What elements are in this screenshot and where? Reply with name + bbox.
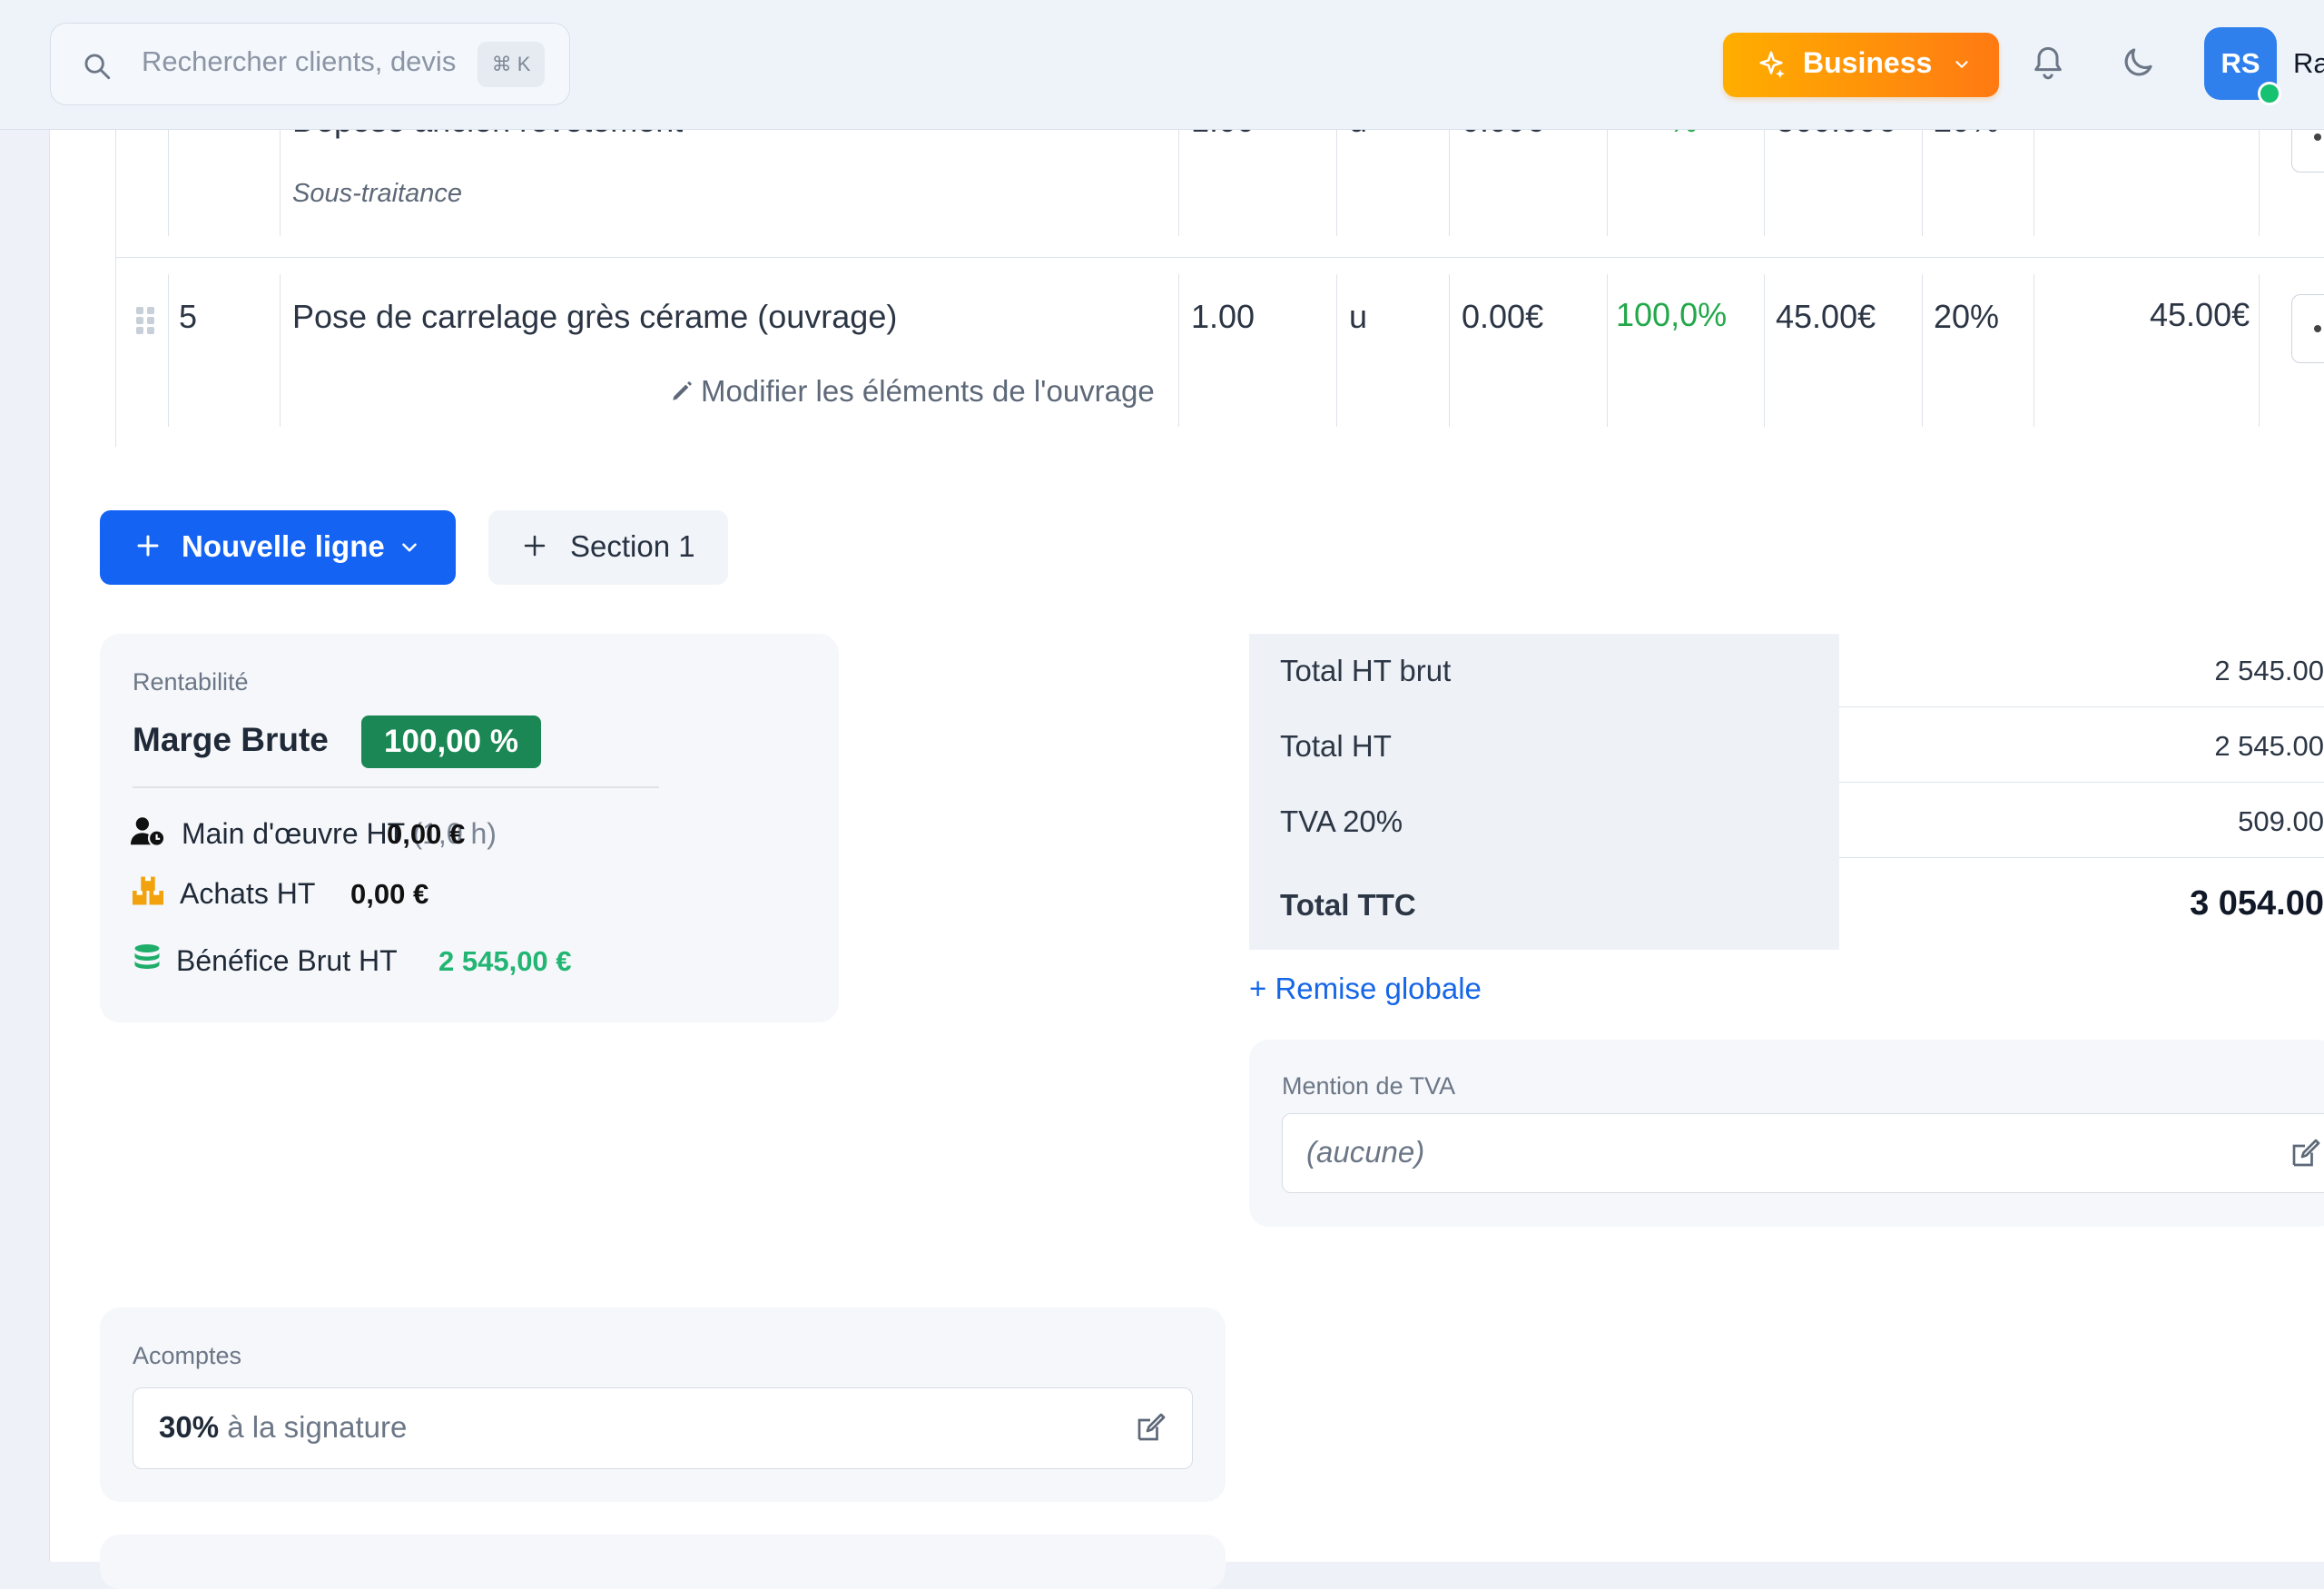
user-clock-icon [131, 817, 166, 847]
gross-margin-title: Marge Brute [133, 721, 329, 758]
col-divider [1449, 274, 1450, 427]
bell-icon[interactable] [2030, 44, 2066, 84]
totals-divider [1839, 706, 2324, 707]
col-divider [1178, 274, 1179, 427]
chevron-down-icon [402, 543, 417, 552]
divider [133, 786, 659, 788]
col-divider [1922, 129, 1923, 236]
line-qty[interactable]: 1.00 [1191, 298, 1255, 336]
plus-icon [524, 535, 546, 557]
search-input[interactable]: Rechercher clients, devis ⌘ K [50, 23, 570, 105]
col-divider [280, 274, 281, 427]
profit-label: Bénéfice Brut HT [176, 944, 398, 977]
search-icon [84, 54, 111, 80]
profitability-label: Rentabilité [133, 668, 249, 696]
line-price[interactable]: 45.00€ [1776, 298, 1876, 336]
row-menu-button[interactable] [2291, 294, 2324, 363]
line-designation[interactable]: Pose de carrelage grès cérame (ouvrage) [292, 298, 897, 336]
profit-value: 2 545,00 € [438, 945, 572, 977]
edit-ouvrage-link[interactable]: Modifier les éléments de l'ouvrage [670, 374, 1155, 409]
add-global-discount-link[interactable]: + Remise globale [1249, 972, 1482, 1006]
line-margin: 100,0% [1616, 296, 1728, 333]
totals-divider [1839, 857, 2324, 858]
left-gutter [0, 0, 50, 1562]
chevron-down-icon [1955, 61, 1968, 68]
purchases-label: Achats HT [180, 877, 316, 910]
plus-icon [134, 532, 162, 565]
col-divider [1607, 129, 1608, 236]
online-status-dot [2258, 82, 2281, 105]
plan-label: Business [1803, 46, 1933, 79]
profitability-card: Rentabilité Marge Brute 100,00 % Main d'… [100, 634, 839, 1022]
table-left-border [115, 129, 116, 447]
moon-icon[interactable] [2119, 44, 2157, 82]
edit-icon[interactable] [1134, 1412, 1167, 1445]
line-type: Sous-traitance [292, 179, 462, 208]
deposit-field[interactable]: 30% à la signature [133, 1387, 1193, 1469]
user-name[interactable]: Ra [2293, 47, 2324, 80]
purchases-value: 0,00 € [350, 878, 429, 910]
search-placeholder: Rechercher clients, devis [142, 45, 457, 77]
line-number: 5 [179, 298, 198, 335]
labour-label: Main d'œuvre HT [182, 817, 405, 850]
coins-icon [134, 944, 160, 969]
search-shortcut: ⌘ K [478, 42, 545, 87]
totals-divider [1839, 782, 2324, 783]
add-section-button[interactable]: Section 1 [488, 510, 728, 585]
total-ht-brut-value: 2 545.00 [2214, 655, 2324, 686]
vat-mention-label: Mention de TVA [1282, 1072, 1456, 1100]
line-total: 45.00€ [2150, 296, 2250, 333]
row-separator [115, 257, 2324, 258]
col-divider [168, 274, 169, 427]
col-divider [280, 129, 281, 236]
col-divider [2259, 129, 2260, 236]
boxes-icon [133, 876, 163, 905]
col-divider [1449, 129, 1450, 236]
col-divider [1607, 274, 1608, 427]
edit-ouvrage-label: Modifier les éléments de l'ouvrage [701, 374, 1155, 408]
col-divider [1178, 129, 1179, 236]
gross-margin-badge: 100,00 % [361, 716, 541, 768]
col-divider [1764, 274, 1765, 427]
deposit-text: à la signature [227, 1410, 408, 1444]
col-divider [2259, 274, 2260, 427]
vat-mention-field[interactable]: (aucune) [1282, 1113, 2324, 1193]
vat-mention-value: (aucune) [1306, 1135, 1425, 1169]
deposit-value: 30% à la signature [159, 1410, 407, 1445]
tva-label: TVA 20% [1280, 804, 1403, 838]
col-divider [1764, 129, 1765, 236]
sparkles-icon [1759, 51, 1785, 79]
plan-button[interactable]: Business [1723, 33, 1999, 97]
total-ttc-value: 3 054.00 [2190, 884, 2324, 923]
col-divider [1922, 274, 1923, 427]
deposits-label: Acomptes [133, 1342, 242, 1369]
pencil-icon [673, 381, 692, 400]
add-section-label: Section 1 [570, 529, 695, 563]
labour-value: 0,00 € [387, 818, 466, 850]
next-card [100, 1535, 1226, 1589]
deposit-percent: 30% [159, 1410, 220, 1444]
line-vat[interactable]: 20% [1934, 298, 1999, 336]
col-divider [1336, 129, 1337, 236]
edit-icon[interactable] [2289, 1138, 2321, 1170]
new-line-button[interactable]: Nouvelle ligne [100, 510, 456, 585]
total-ht-label: Total HT [1280, 729, 1392, 763]
total-ht-brut-label: Total HT brut [1280, 654, 1452, 687]
new-line-label: Nouvelle ligne [182, 529, 385, 563]
col-divider [1336, 274, 1337, 427]
tva-value: 509.00 [2238, 805, 2324, 837]
col-divider [168, 129, 169, 236]
line-unit[interactable]: u [1349, 298, 1367, 336]
line-cost[interactable]: 0.00€ [1462, 298, 1543, 336]
total-ht-value: 2 545.00 [2214, 730, 2324, 762]
total-ttc-label: Total TTC [1280, 888, 1416, 922]
